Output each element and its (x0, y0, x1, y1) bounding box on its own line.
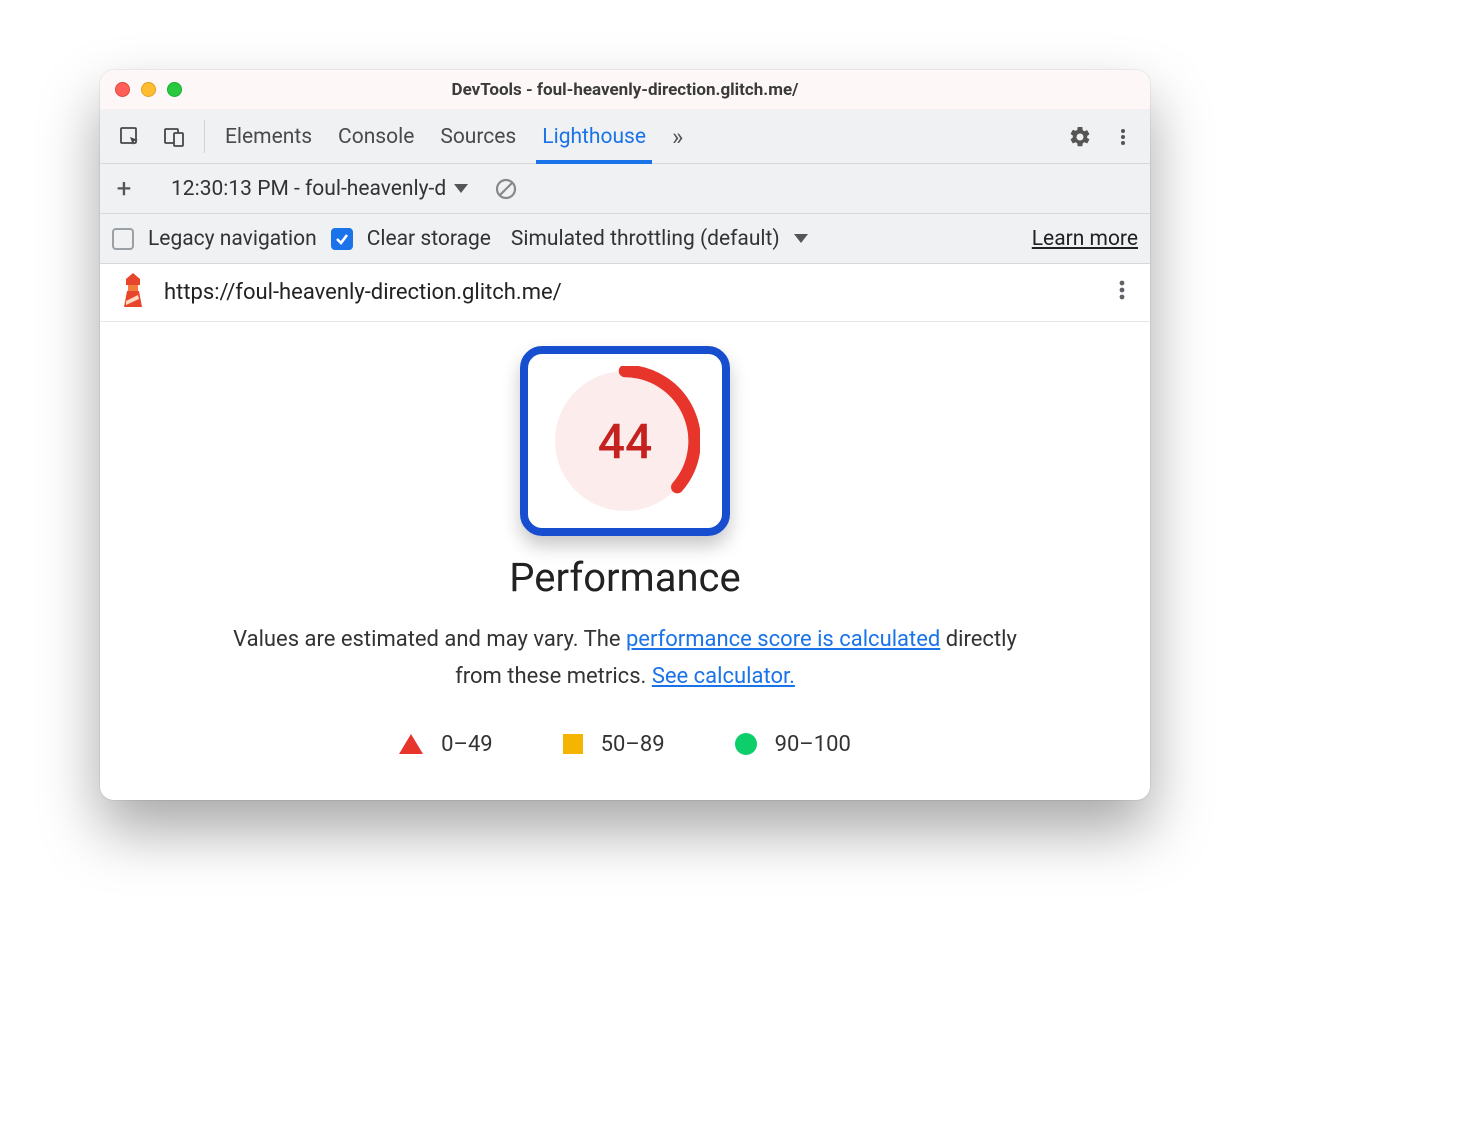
lighthouse-options: Legacy navigation Clear storage Simulate… (100, 214, 1150, 264)
tabs: Elements Console Sources Lighthouse » (215, 110, 1037, 163)
kebab-icon[interactable] (1106, 127, 1140, 147)
score-legend: 0–49 50–89 90–100 (399, 732, 851, 757)
inspect-element-icon[interactable] (110, 110, 150, 163)
lighthouse-icon (118, 273, 148, 313)
new-report-icon[interactable]: + (112, 174, 136, 204)
score-gauge-highlight: 44 (520, 346, 730, 536)
report-url-row: https://foul-heavenly-direction.glitch.m… (100, 264, 1150, 322)
legend-high: 90–100 (735, 732, 851, 757)
more-tabs-icon[interactable]: » (672, 110, 683, 163)
desc-text: Values are estimated and may vary. The (233, 627, 626, 652)
performance-gauge[interactable]: 44 (550, 366, 700, 516)
legend-low: 0–49 (399, 732, 493, 757)
report-url: https://foul-heavenly-direction.glitch.m… (164, 280, 562, 305)
legend-label: 50–89 (601, 732, 665, 757)
report-body: 44 Performance Values are estimated and … (100, 322, 1150, 800)
devtools-window: DevTools - foul-heavenly-direction.glitc… (100, 70, 1150, 800)
learn-more-link[interactable]: Learn more (1032, 227, 1138, 251)
triangle-icon (399, 734, 423, 754)
clear-icon[interactable] (488, 177, 524, 201)
report-select[interactable]: 12:30:13 PM - foul-heavenly-d (165, 173, 474, 205)
device-toggle-icon[interactable] (154, 110, 194, 163)
throttling-select[interactable]: Simulated throttling (default) (505, 223, 814, 255)
tab-elements[interactable]: Elements (225, 110, 312, 163)
report-select-label: 12:30:13 PM - foul-heavenly-d (171, 177, 446, 201)
legend-label: 90–100 (775, 732, 851, 757)
clear-storage-label: Clear storage (367, 227, 491, 251)
chevron-down-icon (794, 234, 808, 243)
divider (204, 120, 205, 153)
clear-storage-checkbox[interactable] (331, 228, 353, 250)
square-icon (563, 734, 583, 754)
legend-mid: 50–89 (563, 732, 665, 757)
tab-sources[interactable]: Sources (440, 110, 516, 163)
legacy-nav-checkbox[interactable] (112, 228, 134, 250)
throttling-label: Simulated throttling (default) (511, 227, 780, 251)
minimize-icon[interactable] (141, 82, 156, 97)
report-description: Values are estimated and may vary. The p… (215, 621, 1035, 696)
calculator-link[interactable]: See calculator. (652, 664, 795, 689)
performance-score: 44 (550, 366, 700, 516)
tabs-toolbar: Elements Console Sources Lighthouse » (100, 110, 1150, 164)
score-calc-link[interactable]: performance score is calculated (626, 627, 940, 652)
tab-lighthouse[interactable]: Lighthouse (542, 110, 646, 163)
category-title: Performance (509, 554, 740, 601)
traffic-lights (100, 82, 182, 97)
tab-label: Lighthouse (542, 125, 646, 149)
close-icon[interactable] (115, 82, 130, 97)
titlebar: DevTools - foul-heavenly-direction.glitc… (100, 70, 1150, 110)
tab-label: Sources (440, 125, 516, 149)
window-title: DevTools - foul-heavenly-direction.glitc… (100, 80, 1150, 100)
gear-icon[interactable] (1058, 125, 1102, 149)
tab-label: Elements (225, 125, 312, 149)
legend-label: 0–49 (441, 732, 493, 757)
zoom-icon[interactable] (167, 82, 182, 97)
lighthouse-subbar: + 12:30:13 PM - foul-heavenly-d (100, 164, 1150, 214)
legacy-nav-label: Legacy navigation (148, 227, 317, 251)
circle-icon (735, 733, 757, 755)
tab-console[interactable]: Console (338, 110, 414, 163)
report-kebab-icon[interactable] (1112, 279, 1132, 307)
chevron-down-icon (454, 184, 468, 193)
tab-label: Console (338, 125, 414, 149)
